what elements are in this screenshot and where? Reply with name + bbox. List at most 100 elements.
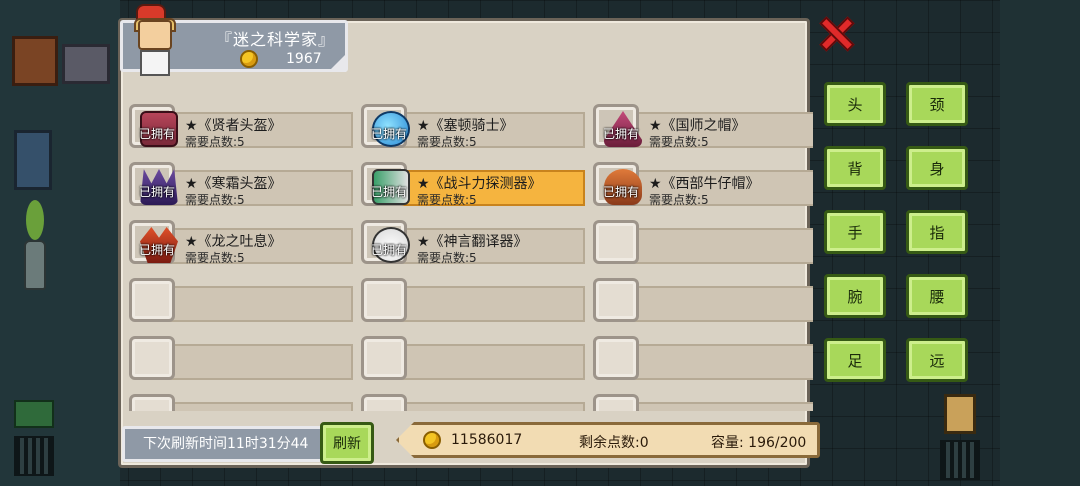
background-device (944, 394, 976, 434)
item-bar (613, 402, 813, 411)
item-cell[interactable]: 已拥有 ★《神言翻译器》 需要点数:5 (357, 217, 585, 267)
status-bar: 11586017 剩余点数:0 容量: 196/200 (396, 422, 820, 458)
slot-tab-button[interactable]: 背 (824, 146, 886, 190)
item-slot: 已拥有 (129, 104, 178, 148)
refresh-timer: 下次刷新时间11时31分44 (122, 426, 326, 462)
item-slot: 已拥有 (361, 104, 410, 148)
item-slot: 已拥有 (129, 220, 178, 264)
item-cost: 需要点数:5 (185, 135, 245, 149)
item-cost: 需要点数:5 (417, 251, 477, 265)
item-cost: 需要点数:5 (649, 135, 709, 149)
remaining-points: 剩余点数:0 (579, 435, 649, 451)
empty-item-cell[interactable] (357, 391, 585, 411)
item-slot (129, 394, 175, 411)
empty-item-cell[interactable] (125, 391, 353, 411)
item-cell[interactable]: 已拥有 ★《贤者头盔》 需要点数:5 (125, 101, 353, 151)
item-name: ★《战斗力探测器》 (417, 176, 542, 192)
item-bar (149, 402, 353, 411)
item-slot: 已拥有 (361, 220, 410, 264)
item-name: ★《贤者头盔》 (185, 118, 282, 134)
item-cost: 需要点数:5 (417, 193, 477, 207)
profile-title: 『迷之科学家』 (216, 30, 336, 49)
item-cost: 需要点数:5 (649, 193, 709, 207)
refresh-button[interactable]: 刷新 (320, 422, 374, 464)
item-slot: 已拥有 (361, 162, 410, 206)
item-slot (593, 220, 639, 264)
item-grid: 已拥有 ★《贤者头盔》 需要点数:5 已拥有 ★《塞顿骑士》 需要点数:5 已拥有 ★《国师之… (125, 93, 813, 411)
background-right-wall (1000, 0, 1080, 486)
slot-tab-button[interactable]: 手 (824, 210, 886, 254)
profile-gold: 1967 (240, 50, 322, 68)
empty-item-cell[interactable] (589, 391, 813, 411)
owned-tag: 已拥有 (602, 127, 639, 141)
background-cabinet (12, 36, 58, 86)
slot-tab-button[interactable]: 颈 (906, 82, 968, 126)
item-slot (129, 336, 175, 380)
item-cell[interactable]: 已拥有 ★《战斗力探测器》 需要点数:5 (357, 159, 585, 209)
item-cost: 需要点数:5 (417, 135, 477, 149)
item-name: ★《西部牛仔帽》 (649, 176, 760, 192)
total-gold: 11586017 (451, 432, 523, 448)
item-name: ★《国师之帽》 (649, 118, 746, 134)
slot-tab-button[interactable]: 头 (824, 82, 886, 126)
item-bar (381, 286, 585, 322)
item-slot (361, 278, 407, 322)
slot-tab-button[interactable]: 指 (906, 210, 968, 254)
item-slot (593, 394, 639, 411)
close-button[interactable] (818, 14, 855, 52)
item-bar (381, 402, 585, 411)
owned-tag: 已拥有 (138, 243, 175, 257)
item-cell[interactable]: 已拥有 ★《西部牛仔帽》 需要点数:5 (589, 159, 813, 209)
background-grate (940, 440, 980, 480)
item-name: ★《塞顿骑士》 (417, 118, 514, 134)
background-machine (62, 44, 110, 84)
equipment-shop-panel: 已拥有 ★《贤者头盔》 需要点数:5 已拥有 ★《塞顿骑士》 需要点数:5 已拥有 ★《国师之… (118, 18, 813, 468)
coin-icon (240, 50, 258, 68)
item-bar (613, 344, 813, 380)
empty-item-cell[interactable] (589, 333, 813, 383)
background-grate (14, 436, 54, 476)
item-slot: 已拥有 (593, 162, 642, 206)
empty-item-cell[interactable] (125, 333, 353, 383)
item-slot (361, 336, 407, 380)
empty-item-cell[interactable] (125, 275, 353, 325)
coin-icon (423, 431, 441, 449)
item-cell[interactable]: 已拥有 ★《寒霜头盔》 需要点数:5 (125, 159, 353, 209)
item-name: ★《神言翻译器》 (417, 234, 528, 250)
item-cost: 需要点数:5 (185, 193, 245, 207)
background-chair (14, 130, 52, 190)
item-slot (593, 336, 639, 380)
avatar (126, 4, 182, 76)
capacity: 容量: 196/200 (711, 435, 807, 451)
background-plant (20, 200, 50, 290)
item-bar (381, 344, 585, 380)
owned-tag: 已拥有 (138, 185, 175, 199)
item-slot (361, 394, 407, 411)
item-slot: 已拥有 (593, 104, 642, 148)
slot-tab-button[interactable]: 足 (824, 338, 886, 382)
slot-tab-button[interactable]: 身 (906, 146, 968, 190)
item-bar (149, 344, 353, 380)
item-slot (593, 278, 639, 322)
item-cell[interactable]: 已拥有 ★《龙之吐息》 需要点数:5 (125, 217, 353, 267)
item-bar (613, 228, 813, 264)
slot-tab-button[interactable]: 腰 (906, 274, 968, 318)
item-slot: 已拥有 (129, 162, 178, 206)
item-slot (129, 278, 175, 322)
slot-tab-button[interactable]: 腕 (824, 274, 886, 318)
item-name: ★《龙之吐息》 (185, 234, 282, 250)
slot-tab-button[interactable]: 远 (906, 338, 968, 382)
background-panel (14, 400, 54, 428)
item-bar (613, 286, 813, 322)
item-cell[interactable]: 已拥有 ★《塞顿骑士》 需要点数:5 (357, 101, 585, 151)
empty-item-cell[interactable] (357, 275, 585, 325)
header-corner (328, 54, 346, 72)
empty-item-cell[interactable] (589, 275, 813, 325)
empty-item-cell[interactable] (589, 217, 813, 267)
item-cell[interactable]: 已拥有 ★《国师之帽》 需要点数:5 (589, 101, 813, 151)
item-cost: 需要点数:5 (185, 251, 245, 265)
empty-item-cell[interactable] (357, 333, 585, 383)
owned-tag: 已拥有 (602, 185, 639, 199)
item-bar (149, 286, 353, 322)
item-name: ★《寒霜头盔》 (185, 176, 282, 192)
